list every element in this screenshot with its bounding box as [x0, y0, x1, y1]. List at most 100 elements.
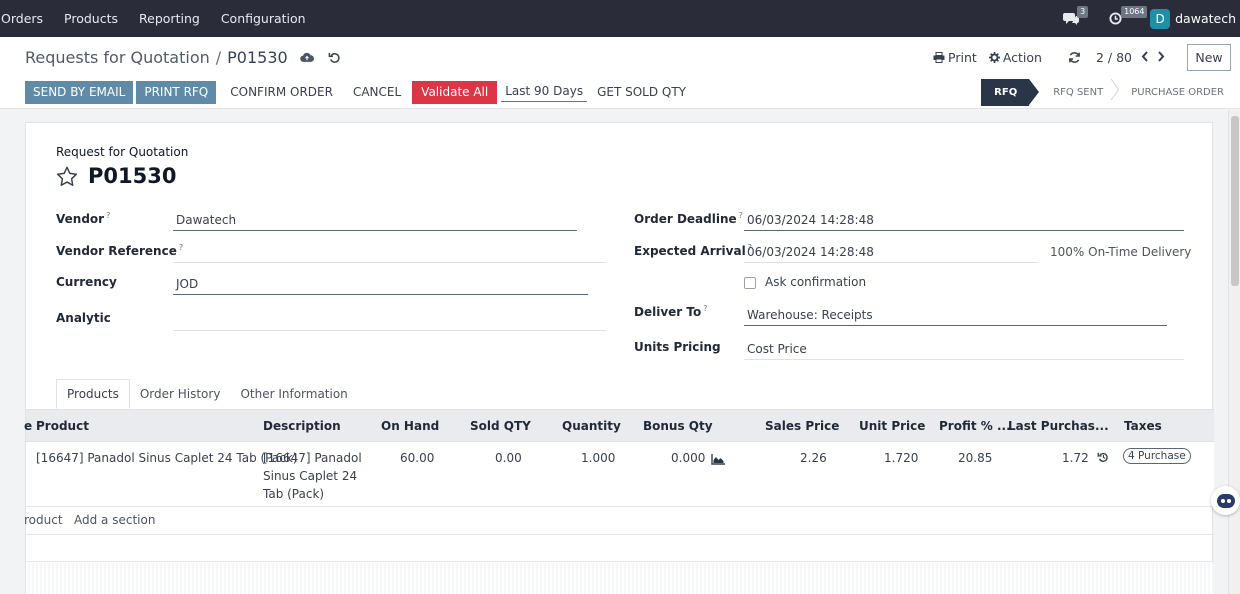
vertical-scrollbar[interactable]: [1228, 110, 1240, 594]
column-header-last-purchase[interactable]: Last Purchas...: [1008, 419, 1109, 433]
status-bar: RFQ RFQ SENT PURCHASE ORDER: [981, 79, 1224, 106]
control-panel: Requests for Quotation / P01530 Print Ac…: [0, 37, 1240, 109]
expected-arrival-field[interactable]: 06/03/2024 14:28:48: [744, 243, 1038, 263]
column-header-taxes[interactable]: Taxes: [1124, 419, 1162, 433]
cell-unit-price[interactable]: 1.720: [884, 449, 918, 467]
ask-confirmation-label: Ask confirmation: [765, 275, 867, 289]
cell-last-purchase: 1.72: [1062, 451, 1089, 465]
cancel-button[interactable]: CANCEL: [353, 85, 401, 99]
validate-all-button[interactable]: Validate All: [412, 80, 498, 104]
on-time-delivery-text: 100% On-Time Delivery: [1050, 245, 1192, 259]
print-label: Print: [948, 49, 977, 65]
analytic-label: Analytic: [56, 311, 111, 325]
status-rfq-sent[interactable]: RFQ SENT: [1039, 79, 1117, 106]
table-row[interactable]: [16647] Panadol Sinus Caplet 24 Tab (Pac…: [26, 442, 1214, 507]
add-section-link[interactable]: Add a section: [74, 513, 155, 527]
cell-quantity[interactable]: 1.000: [581, 449, 615, 467]
send-by-email-button[interactable]: SEND BY EMAIL: [25, 80, 134, 104]
cell-profit: 20.85: [958, 451, 993, 465]
save-cloud-icon[interactable]: [299, 52, 314, 63]
date-range-select[interactable]: Last 90 Days: [501, 83, 588, 102]
column-header-sold-qty[interactable]: Sold QTY: [470, 419, 531, 433]
user-menu[interactable]: D dawatech: [1150, 8, 1236, 29]
currency-field[interactable]: JOD: [173, 275, 588, 295]
refresh-icon[interactable]: [1068, 51, 1081, 64]
column-header-quantity[interactable]: Quantity: [562, 419, 621, 433]
confirm-order-button[interactable]: CONFIRM ORDER: [230, 85, 333, 99]
breadcrumb-parent[interactable]: Requests for Quotation: [25, 48, 210, 67]
analytic-field[interactable]: [173, 311, 606, 331]
action-buttons: SEND BY EMAIL PRINT RFQ CONFIRM ORDER CA…: [25, 80, 697, 104]
record-name: P01530: [88, 164, 177, 188]
messages-button[interactable]: 3: [1063, 5, 1089, 26]
page-title: P01530: [56, 164, 176, 188]
tab-order-history[interactable]: Order History: [130, 379, 231, 409]
cell-sales-price[interactable]: 2.26: [800, 449, 827, 467]
breadcrumb-separator: /: [215, 48, 222, 67]
live-chat-button[interactable]: [1211, 486, 1240, 515]
menu-reporting[interactable]: Reporting: [139, 11, 200, 26]
vendor-reference-label: Vendor Reference?: [56, 243, 184, 258]
column-header-sales-price[interactable]: Sales Price: [765, 419, 839, 433]
column-header-bonus-qty[interactable]: Bonus Qty: [643, 419, 713, 433]
empty-row: [26, 535, 1214, 562]
tax-tag[interactable]: 4 Purchase: [1123, 448, 1191, 464]
print-rfq-button[interactable]: PRINT RFQ: [136, 80, 217, 104]
column-header-description[interactable]: Description: [263, 419, 341, 433]
action-button[interactable]: Action: [988, 49, 1042, 65]
pager-previous-icon[interactable]: [1141, 50, 1149, 65]
messages-badge: 3: [1077, 5, 1089, 18]
add-product-link[interactable]: roduct: [24, 513, 63, 527]
form-subtitle: Request for Quotation: [56, 145, 189, 159]
menu-orders[interactable]: Orders: [1, 11, 43, 26]
forecast-chart-icon[interactable]: [711, 452, 725, 470]
cell-sold-qty: 0.00: [495, 451, 522, 465]
units-pricing-field[interactable]: Cost Price: [744, 340, 1184, 360]
activities-badge: 1064: [1121, 6, 1148, 18]
add-line-row: roduct Add a section: [24, 507, 1214, 535]
horizontal-scroll-area[interactable]: [26, 563, 1214, 594]
tab-other-information[interactable]: Other Information: [230, 379, 357, 409]
status-purchase-order[interactable]: PURCHASE ORDER: [1117, 79, 1224, 106]
new-button[interactable]: New: [1187, 43, 1231, 71]
activities-button[interactable]: 1064: [1109, 6, 1148, 25]
cell-product[interactable]: [16647] Panadol Sinus Caplet 24 Tab (Pac…: [36, 449, 297, 467]
pager-next-icon[interactable]: [1157, 50, 1165, 65]
table-header: e Product Description On Hand Sold QTY Q…: [24, 409, 1214, 442]
vendor-field[interactable]: Dawatech: [173, 211, 577, 231]
units-pricing-label: Units Pricing: [634, 340, 721, 354]
menu-configuration[interactable]: Configuration: [221, 11, 306, 26]
user-name: dawatech: [1175, 11, 1236, 26]
cell-bonus-qty[interactable]: 0.000: [671, 449, 705, 467]
action-label: Action: [1002, 49, 1042, 65]
deliver-to-label: Deliver To?: [634, 304, 708, 319]
menu-products[interactable]: Products: [64, 11, 118, 26]
get-sold-qty-button[interactable]: GET SOLD QTY: [597, 85, 686, 99]
gear-icon: [988, 51, 1000, 63]
scrollbar-thumb[interactable]: [1231, 116, 1239, 286]
column-header-handle: e: [24, 419, 33, 433]
column-header-profit[interactable]: Profit % ...: [939, 419, 1011, 433]
discard-undo-icon[interactable]: [328, 51, 341, 64]
history-undo-icon[interactable]: [1097, 450, 1109, 468]
column-header-on-hand[interactable]: On Hand: [381, 419, 439, 433]
ask-confirmation-checkbox[interactable]: [744, 277, 756, 289]
column-header-product[interactable]: Product: [36, 419, 89, 433]
deliver-to-field[interactable]: Warehouse: Receipts: [744, 306, 1167, 326]
pager: 2 / 80: [1068, 50, 1165, 65]
pager-value[interactable]: 2 / 80: [1096, 50, 1132, 65]
currency-label: Currency: [56, 275, 117, 289]
top-navbar: Orders Products Reporting Configuration …: [0, 0, 1240, 37]
form-sheet: Request for Quotation P01530 Vendor? Daw…: [24, 122, 1214, 594]
cell-description[interactable]: [16647] Panadol Sinus Caplet 24 Tab (Pac…: [263, 449, 368, 503]
status-rfq[interactable]: RFQ: [981, 79, 1040, 106]
star-icon[interactable]: [56, 166, 78, 187]
tab-products[interactable]: Products: [56, 379, 130, 409]
print-button[interactable]: Print: [933, 50, 977, 65]
avatar: D: [1150, 8, 1171, 29]
order-deadline-field[interactable]: 06/03/2024 14:28:48: [744, 211, 1184, 231]
column-header-unit-price[interactable]: Unit Price: [859, 419, 925, 433]
vendor-reference-field[interactable]: [173, 243, 606, 263]
notebook-tabs: Products Order History Other Information: [56, 379, 358, 409]
chatbot-icon: [1216, 493, 1235, 508]
